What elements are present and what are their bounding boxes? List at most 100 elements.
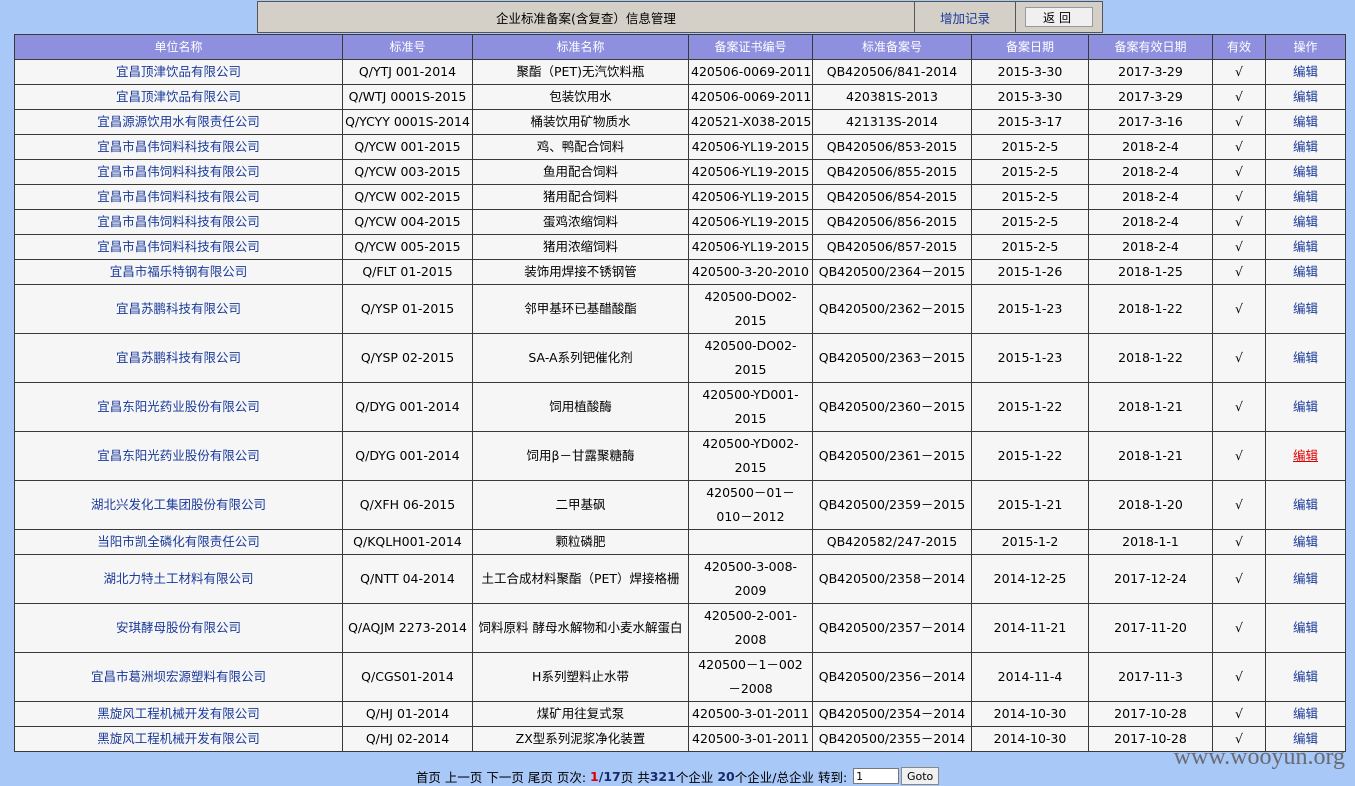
cell-valid: √ [1212, 652, 1266, 702]
cell-date: 2014-11-21 [971, 603, 1089, 653]
cell-std-no: Q/CGS01-2014 [342, 652, 473, 702]
cell-std-no: Q/YCW 001-2015 [342, 134, 473, 160]
edit-link[interactable]: 编辑 [1265, 701, 1346, 727]
cell-valid-date: 2018-1-1 [1088, 529, 1213, 555]
last-page-link[interactable]: 尾页 [528, 767, 553, 786]
cell-date: 2014-12-25 [971, 554, 1089, 604]
edit-link[interactable]: 编辑 [1265, 382, 1346, 432]
table-row: 宜昌市昌伟饲料科技有限公司 Q/YCW 002-2015 猪用配合饲料 420506-… [14, 184, 1346, 210]
edit-link[interactable]: 编辑 [1265, 134, 1346, 160]
cell-unit: 黑旋风工程机械开发有限公司 [14, 726, 343, 752]
cell-valid: √ [1212, 134, 1266, 160]
edit-link[interactable]: 编辑 [1265, 603, 1346, 653]
cell-unit: 宜昌源源饮用水有限责任公司 [14, 109, 343, 135]
cell-std-no: Q/YCW 002-2015 [342, 184, 473, 210]
table-row: 湖北兴发化工集团股份有限公司 Q/XFH 06-2015 二甲基砜 420500－01… [14, 480, 1346, 530]
cell-cert-no: 420500-3-01-2011 [688, 701, 813, 727]
cell-record-no: QB420506/857-2015 [812, 234, 972, 260]
cell-valid-date: 2018-1-22 [1088, 333, 1213, 383]
cell-std-name: 装饰用焊接不锈钢管 [472, 259, 689, 285]
goto-label: 转到: [817, 769, 848, 785]
back-cell: 返回 [1016, 2, 1102, 32]
total-suffix: 个企业 [675, 769, 714, 785]
table-row: 宜昌源源饮用水有限责任公司 Q/YCYY 0001S-2014 桶装饮用矿物质水 42… [14, 109, 1346, 135]
cell-date: 2015-2-5 [971, 209, 1089, 235]
cell-unit: 宜昌市葛洲坝宏源塑料有限公司 [14, 652, 343, 702]
cell-valid: √ [1212, 59, 1266, 85]
cell-date: 2015-1-23 [971, 284, 1089, 334]
pagination-bar: 首页 上一页 下一页 尾页 页次: 1 /17 页 共 321 个企业 20 个… [0, 766, 1355, 786]
goto-page-input[interactable] [853, 768, 900, 784]
table-header-row: 单位名称 标准号 标准名称 备案证书编号 标准备案号 备案日期 备案有效日期 有… [14, 34, 1346, 60]
cell-record-no: QB420506/854-2015 [812, 184, 972, 210]
edit-link[interactable]: 编辑 [1265, 109, 1346, 135]
cell-cert-no: 420500-3-01-2011 [688, 726, 813, 752]
edit-link[interactable]: 编辑 [1265, 259, 1346, 285]
prev-page-link[interactable]: 上一页 [445, 767, 483, 786]
cell-date: 2015-1-22 [971, 382, 1089, 432]
cell-record-no: QB420500/2361－2015 [812, 431, 972, 481]
edit-link[interactable]: 编辑 [1265, 209, 1346, 235]
table-row: 当阳市凯全磷化有限责任公司 Q/KQLH001-2014 颗粒磷肥 QB420582/… [14, 529, 1346, 555]
cell-valid-date: 2018-1-22 [1088, 284, 1213, 334]
back-button[interactable]: 返回 [1025, 7, 1093, 27]
cell-record-no: QB420500/2363－2015 [812, 333, 972, 383]
current-page: 1 [590, 768, 599, 784]
cell-std-name: 猪用配合饲料 [472, 184, 689, 210]
first-page-link[interactable]: 首页 [416, 767, 441, 786]
edit-link[interactable]: 编辑 [1265, 333, 1346, 383]
cell-unit: 宜昌顶津饮品有限公司 [14, 59, 343, 85]
cell-valid-date: 2018-2-4 [1088, 209, 1213, 235]
table-row: 宜昌市昌伟饲料科技有限公司 Q/YCW 001-2015 鸡、鸭配合饲料 420506… [14, 134, 1346, 160]
cell-std-no: Q/YCYY 0001S-2014 [342, 109, 473, 135]
cell-date: 2014-11-4 [971, 652, 1089, 702]
table-row: 安琪酵母股份有限公司 Q/AQJM 2273-2014 饲料原料 酵母水解物和小麦水… [14, 603, 1346, 653]
edit-link[interactable]: 编辑 [1265, 59, 1346, 85]
cell-std-no: Q/YSP 02-2015 [342, 333, 473, 383]
cell-date: 2015-1-2 [971, 529, 1089, 555]
edit-link[interactable]: 编辑 [1265, 159, 1346, 185]
cell-valid: √ [1212, 333, 1266, 383]
cell-std-name: 桶装饮用矿物质水 [472, 109, 689, 135]
cell-cert-no: 420506-YL19-2015 [688, 234, 813, 260]
table-body: 宜昌顶津饮品有限公司 Q/YTJ 001-2014 聚酯（PET)无汽饮料瓶 4205… [14, 59, 1346, 752]
page-title: 企业标准备案(含复查）信息管理 [258, 2, 915, 32]
watermark-text: www.wooyun.org [1173, 744, 1345, 770]
col-header-date: 备案日期 [971, 34, 1089, 60]
cell-valid: √ [1212, 234, 1266, 260]
cell-record-no: QB420500/2362－2015 [812, 284, 972, 334]
cell-valid-date: 2018-1-21 [1088, 382, 1213, 432]
edit-link[interactable]: 编辑 [1265, 234, 1346, 260]
edit-link[interactable]: 编辑 [1265, 431, 1346, 481]
table-row: 宜昌顶津饮品有限公司 Q/WTJ 0001S-2015 包装饮用水 420506-00… [14, 84, 1346, 110]
add-record-link[interactable]: 增加记录 [915, 2, 1016, 32]
goto-button[interactable]: Goto [901, 767, 940, 785]
edit-link[interactable]: 编辑 [1265, 284, 1346, 334]
cell-cert-no: 420506-YL19-2015 [688, 159, 813, 185]
edit-link[interactable]: 编辑 [1265, 480, 1346, 530]
col-header-std-no: 标准号 [342, 34, 473, 60]
cell-std-name: 聚酯（PET)无汽饮料瓶 [472, 59, 689, 85]
edit-link[interactable]: 编辑 [1265, 84, 1346, 110]
edit-link[interactable]: 编辑 [1265, 529, 1346, 555]
cell-unit: 宜昌市昌伟饲料科技有限公司 [14, 234, 343, 260]
edit-link[interactable]: 编辑 [1265, 184, 1346, 210]
cell-record-no: QB420500/2358－2014 [812, 554, 972, 604]
cell-record-no: QB420506/855-2015 [812, 159, 972, 185]
cell-unit: 当阳市凯全磷化有限责任公司 [14, 529, 343, 555]
cell-record-no: QB420500/2364－2015 [812, 259, 972, 285]
table-row: 宜昌市葛洲坝宏源塑料有限公司 Q/CGS01-2014 H系列塑料止水带 420500… [14, 652, 1346, 702]
edit-link[interactable]: 编辑 [1265, 554, 1346, 604]
table-row: 湖北力特土工材料有限公司 Q/NTT 04-2014 土工合成材料聚酯（PET）焊接… [14, 554, 1346, 604]
cell-unit: 宜昌东阳光药业股份有限公司 [14, 382, 343, 432]
next-page-link[interactable]: 下一页 [486, 767, 524, 786]
edit-link[interactable]: 编辑 [1265, 652, 1346, 702]
total-prefix: 共 [637, 769, 650, 785]
page-label: 页次: [556, 769, 587, 785]
cell-date: 2014-10-30 [971, 701, 1089, 727]
cell-valid: √ [1212, 382, 1266, 432]
cell-std-no: Q/WTJ 0001S-2015 [342, 84, 473, 110]
table-row: 宜昌市福乐特钢有限公司 Q/FLT 01-2015 装饰用焊接不锈钢管 420500-… [14, 259, 1346, 285]
cell-record-no: QB420582/247-2015 [812, 529, 972, 555]
cell-cert-no: 420500－01－010－2012 [688, 480, 813, 530]
